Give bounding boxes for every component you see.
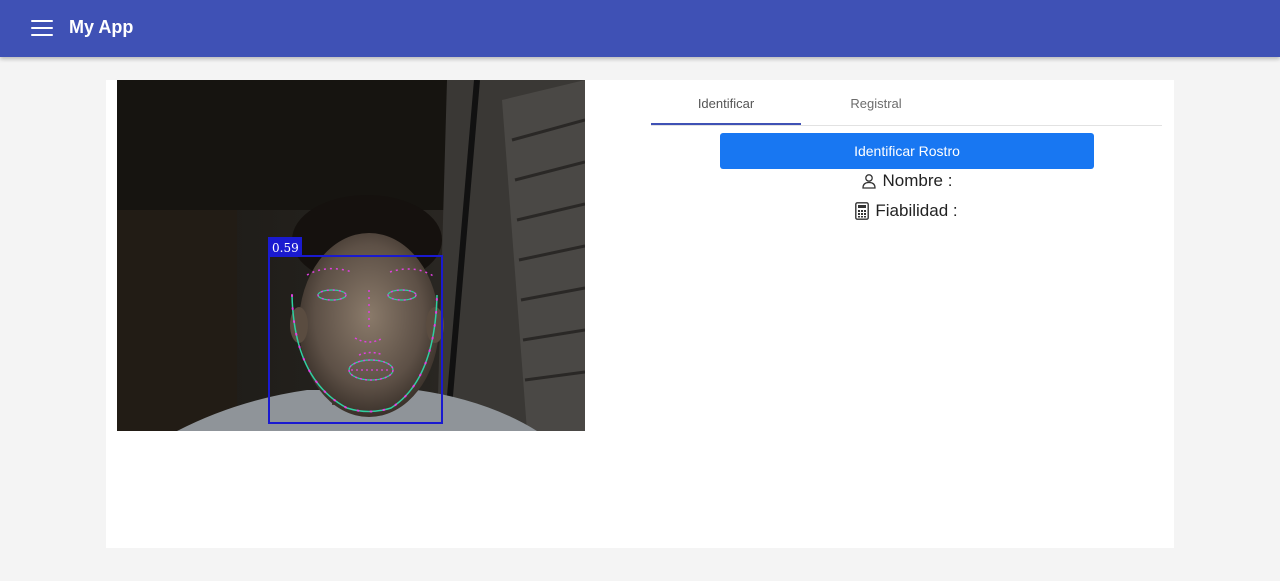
camera-feed: 0.59: [117, 80, 585, 431]
menu-icon[interactable]: [24, 14, 60, 42]
calculator-icon: [855, 202, 870, 220]
reliability-row: Fiabilidad :: [651, 200, 1162, 222]
tab-identificar[interactable]: Identificar: [651, 80, 801, 126]
app-title: My App: [69, 17, 134, 37]
camera-image: 0.59: [117, 80, 585, 431]
detection-score: 0.59: [272, 241, 299, 255]
identify-face-button[interactable]: Identificar Rostro: [720, 133, 1094, 169]
name-row: Nombre :: [651, 170, 1162, 192]
person-icon: [861, 173, 877, 189]
reliability-label: Fiabilidad :: [875, 201, 958, 220]
active-tab-indicator: [651, 123, 801, 125]
app-bar: My App: [0, 0, 1280, 57]
name-label: Nombre :: [882, 171, 953, 190]
tab-bar: Identificar Registral: [651, 80, 1162, 126]
tab-registral[interactable]: Registral: [801, 80, 951, 126]
